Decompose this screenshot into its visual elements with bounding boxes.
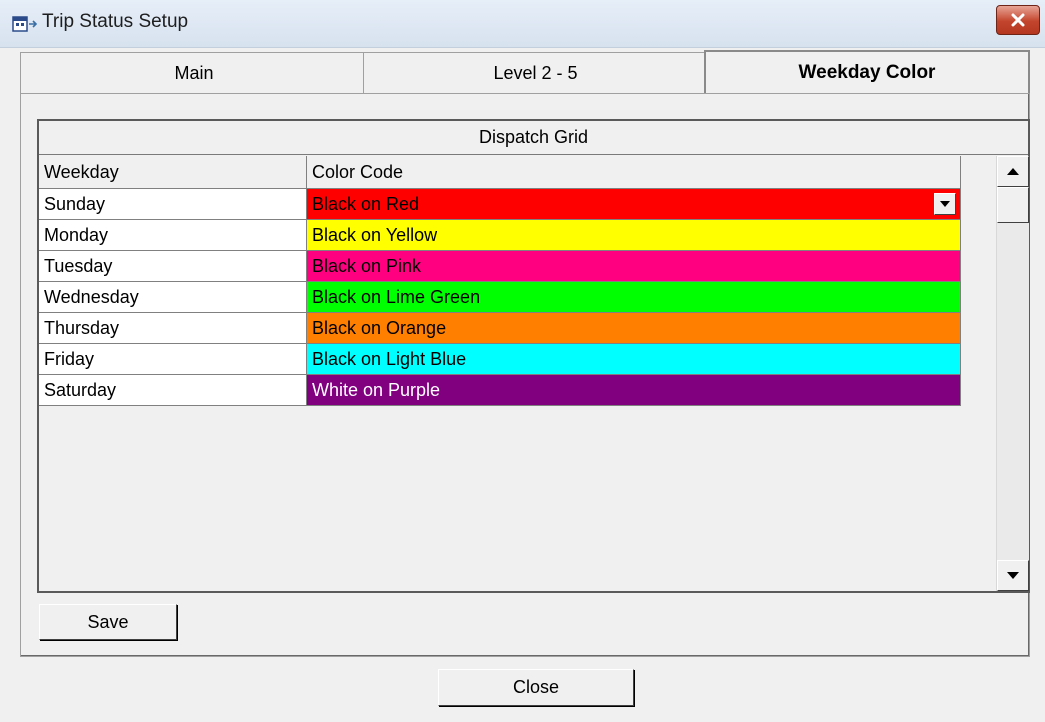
column-header-color-code[interactable]: Color Code [307,156,961,189]
close-button[interactable]: Close [438,669,634,706]
tab-main-label: Main [174,63,214,83]
tab-level-label: Level 2 - 5 [493,63,578,83]
arrow-up-icon [1007,168,1019,175]
scroll-down-button[interactable] [997,560,1029,591]
scroll-thumb[interactable] [997,187,1029,223]
app-icon [12,16,38,32]
color-code-cell[interactable]: Black on Orange [307,313,961,344]
color-code-select[interactable]: Black on Red [307,189,961,220]
arrow-down-icon [1007,572,1019,579]
table-row: Tuesday Black on Pink [39,251,961,282]
weekday-cell[interactable]: Monday [39,220,307,251]
vertical-scrollbar[interactable] [996,156,1029,591]
dispatch-grid: Dispatch Grid Weekday Color Code Sunday … [37,119,1030,593]
tab-weekday-color[interactable]: Weekday Color [704,50,1030,94]
table-row: Wednesday Black on Lime Green [39,282,961,313]
weekday-cell[interactable]: Saturday [39,375,307,406]
column-header-weekday[interactable]: Weekday [39,156,307,189]
color-code-cell[interactable]: White on Purple [307,375,961,406]
save-button[interactable]: Save [39,604,177,640]
weekday-cell[interactable]: Wednesday [39,282,307,313]
window-title: Trip Status Setup [42,11,189,32]
weekday-cell[interactable]: Friday [39,344,307,375]
table-row: Sunday Black on Red [39,189,961,220]
table-row: Thursday Black on Orange [39,313,961,344]
weekday-cell[interactable]: Sunday [39,189,307,220]
window-close-button[interactable] [996,5,1040,35]
color-code-cell[interactable]: Black on Light Blue [307,344,961,375]
title-bar: Trip Status Setup [0,0,1045,48]
weekday-cell[interactable]: Tuesday [39,251,307,282]
trip-status-setup-window: Trip Status Setup Main Level 2 - 5 Weekd… [0,0,1045,722]
dropdown-button[interactable] [934,193,956,215]
table-row: Monday Black on Yellow [39,220,961,251]
weekday-cell[interactable]: Thursday [39,313,307,344]
color-code-cell[interactable]: Black on Yellow [307,220,961,251]
color-code-cell[interactable]: Black on Pink [307,251,961,282]
scroll-up-button[interactable] [997,156,1029,187]
tab-level-2-5[interactable]: Level 2 - 5 [363,52,708,94]
chevron-down-icon [940,201,950,207]
color-code-cell[interactable]: Black on Lime Green [307,282,961,313]
table-row: Saturday White on Purple [39,375,961,406]
close-icon [1011,13,1025,27]
color-code-value: Black on Red [312,193,420,214]
table-row: Friday Black on Light Blue [39,344,961,375]
grid-caption: Dispatch Grid [39,121,1028,155]
tab-main[interactable]: Main [20,52,368,94]
tab-weekday-label: Weekday Color [798,62,936,83]
